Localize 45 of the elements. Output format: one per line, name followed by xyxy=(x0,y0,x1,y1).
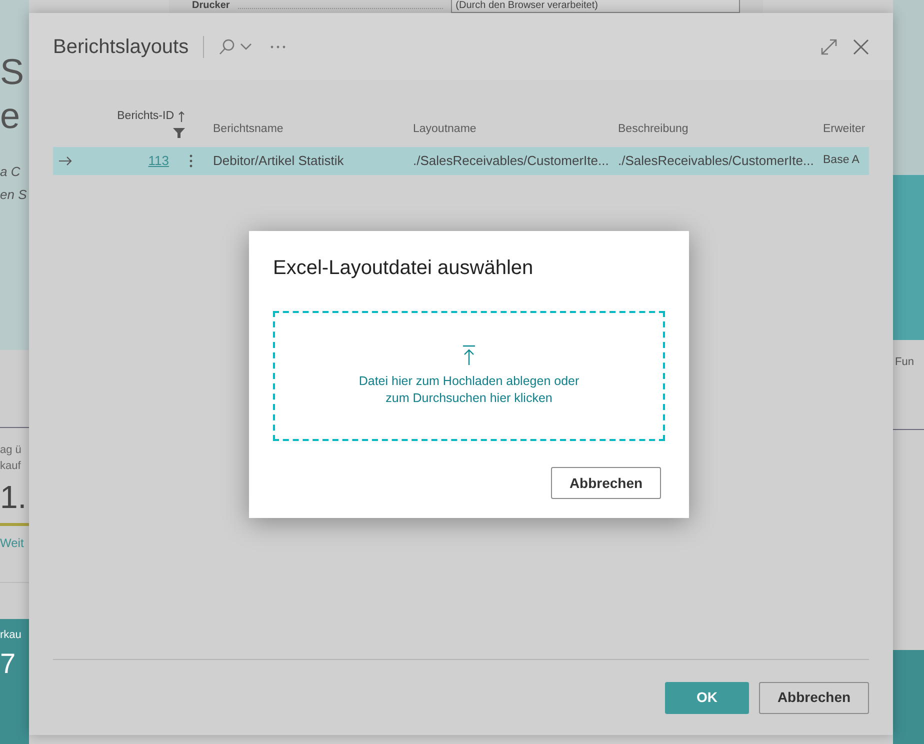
sort-up-icon xyxy=(178,110,185,122)
arrow-right-icon xyxy=(59,156,72,166)
banner-subtitle: a C xyxy=(0,163,22,181)
table-cell-text: Debitor/Artikel Statistik xyxy=(213,152,344,170)
column-header[interactable]: Berichts-ID xyxy=(117,108,185,138)
more-vertical-icon xyxy=(189,154,193,168)
close-icon xyxy=(853,38,869,54)
tile-caption: rkau xyxy=(0,628,22,643)
close-button[interactable] xyxy=(853,38,869,54)
cancel-button[interactable]: Abbrechen xyxy=(759,682,869,714)
banner-subtitle: en S xyxy=(0,186,28,204)
kpi-caption: kauf xyxy=(0,459,22,474)
kpi-value: 1. xyxy=(0,478,28,517)
more-icon xyxy=(270,44,286,48)
kpi-link[interactable]: Weit xyxy=(0,534,29,552)
upload-icon xyxy=(463,345,475,365)
caret-icon xyxy=(240,42,252,50)
dialog-title: Berichtslayouts xyxy=(53,34,189,60)
column-header[interactable]: Erweiter xyxy=(823,120,869,138)
more-button[interactable] xyxy=(270,44,286,48)
ok-button[interactable]: OK xyxy=(665,682,749,714)
kpi-caption: ag ü xyxy=(0,443,22,458)
upload-dialog-title: Excel-Layoutdatei auswählen xyxy=(273,256,534,281)
expand-icon xyxy=(821,38,837,54)
file-drop-zone[interactable]: Datei hier zum Hochladen ablegen oder zum Durchsuchen hier klicken xyxy=(273,311,665,441)
tile-value: 7 xyxy=(0,646,17,680)
banner-caption: Fun xyxy=(894,355,915,370)
search-icon xyxy=(218,38,236,56)
banner-heading: S xyxy=(0,50,26,94)
filter-icon xyxy=(173,128,185,138)
search-button[interactable] xyxy=(218,38,252,56)
table-cell-text: Base A xyxy=(823,153,860,168)
printer-label: Drucker xyxy=(192,0,230,12)
column-header[interactable]: Berichtsname xyxy=(213,120,413,138)
table-cell-text: ./SalesReceivables/CustomerIte... xyxy=(618,152,814,170)
report-id-link[interactable]: 113 xyxy=(148,151,169,171)
drop-instructions: Datei hier zum Hochladen ablegen oder zum Durchsuchen hier klicken xyxy=(358,373,580,407)
cancel-button[interactable]: Abbrechen xyxy=(551,467,661,499)
expand-button[interactable] xyxy=(821,38,837,54)
table-row[interactable]: 113 Debitor/Artikel Statistik ./SalesReceivables/CustomerIte... ./SalesReceivables/CustomerIte... Base A xyxy=(53,147,869,175)
column-header[interactable]: Layoutname xyxy=(413,120,618,138)
table-cell-text: ./SalesReceivables/CustomerIte... xyxy=(413,152,609,170)
printer-select[interactable]: (Durch den Browser verarbeitet) xyxy=(450,0,740,13)
column-header[interactable]: Beschreibung xyxy=(618,120,823,138)
banner-heading: e xyxy=(0,94,22,138)
